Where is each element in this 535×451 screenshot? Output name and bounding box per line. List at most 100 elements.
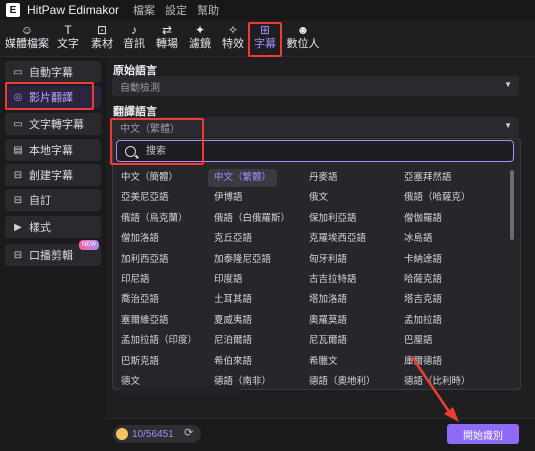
media-icon: ☺	[20, 23, 34, 37]
language-option[interactable]: 僧伽羅語	[404, 210, 442, 228]
language-option[interactable]: 保加利亞語	[309, 210, 357, 228]
language-option[interactable]: 亞塞拜然語	[404, 169, 452, 187]
highlight-subtitle-tool	[248, 22, 282, 57]
language-option[interactable]: 奧羅莫語	[309, 312, 347, 330]
app-name: HitPaw Edimakor	[27, 3, 120, 17]
language-option[interactable]: 加泰隆尼亞語	[214, 251, 271, 269]
tool-label: 媒體檔案	[5, 38, 49, 50]
tool-material[interactable]: ⊡ 素材	[89, 23, 115, 53]
tool-label: 數位人	[286, 38, 320, 50]
tool-label: 素材	[91, 38, 113, 50]
language-option[interactable]: 俄語（哈薩克）	[404, 189, 471, 207]
language-option[interactable]: 夏威夷語	[214, 312, 252, 330]
tool-transition[interactable]: ⇄ 轉場	[154, 23, 180, 53]
tool-media[interactable]: ☺ 媒體檔案	[5, 23, 49, 53]
language-option[interactable]: 土耳其語	[214, 291, 252, 309]
chevron-down-icon: ▼	[504, 121, 512, 130]
language-option[interactable]: 巴厘語	[404, 332, 433, 350]
panel-item-background	[120, 386, 240, 394]
coin-icon	[116, 428, 128, 440]
sidebar-item-style[interactable]: ▶ 樣式	[5, 216, 101, 238]
auto-subtitle-icon: ▭	[13, 66, 23, 78]
language-option[interactable]: 印尼語	[121, 271, 150, 289]
tool-filter[interactable]: ✦ 濾鏡	[187, 23, 213, 53]
language-option[interactable]: 俄語（白俄羅斯）	[214, 210, 290, 228]
language-option[interactable]: 塞爾維亞語	[121, 312, 169, 330]
material-icon: ⊡	[96, 23, 108, 37]
custom-icon: ⊟	[13, 194, 23, 206]
sidebar-item-local-subtitle[interactable]: ▤ 本地字幕	[5, 139, 101, 161]
menu-file[interactable]: 檔案	[133, 2, 155, 18]
language-option[interactable]: 塔吉克語	[404, 291, 442, 309]
transition-icon: ⇄	[161, 23, 173, 37]
sidebar-item-label: 自訂	[29, 195, 51, 207]
language-option[interactable]: 克羅埃西亞語	[309, 230, 366, 248]
language-option[interactable]: 冰島語	[404, 230, 433, 248]
audio-icon: ♪	[131, 23, 137, 37]
tool-label: 濾鏡	[189, 38, 211, 50]
language-option[interactable]: 希臘文	[309, 353, 338, 371]
speech-edit-icon: ⊟	[13, 249, 23, 261]
app-logo-icon: E	[6, 3, 20, 17]
language-option[interactable]: 伊博語	[214, 189, 243, 207]
tool-text[interactable]: T 文字	[56, 23, 80, 53]
language-option[interactable]: 孟加拉語（印度）	[121, 332, 197, 350]
title-bar: E HitPaw Edimakor 檔案 設定 幫助	[0, 0, 535, 20]
language-option[interactable]: 克丘亞語	[214, 230, 252, 248]
chevron-down-icon: ▼	[504, 80, 512, 89]
effects-icon: ✧	[227, 23, 239, 37]
language-option[interactable]: 丹麥語	[309, 169, 338, 187]
language-option[interactable]: 俄語（烏克蘭）	[121, 210, 188, 228]
language-option[interactable]: 哈薩克語	[404, 271, 442, 289]
language-option[interactable]: 庫爾德語	[404, 353, 442, 371]
text-icon: T	[64, 23, 72, 37]
credits-value: 10/56451	[132, 428, 174, 440]
source-language-select[interactable]: 自動檢測 ▼	[112, 76, 519, 96]
language-option[interactable]: 亞美尼亞語	[121, 189, 169, 207]
text-to-subtitle-icon: ▭	[13, 118, 23, 130]
sidebar-item-label: 自動字幕	[29, 67, 73, 79]
language-option[interactable]: 尼瓦爾語	[309, 332, 347, 350]
language-option[interactable]: 巴斯克語	[121, 353, 159, 371]
language-option[interactable]: 印度語	[214, 271, 243, 289]
source-language-value: 自動檢測	[120, 82, 160, 94]
sidebar-item-custom[interactable]: ⊟ 自訂	[5, 189, 101, 211]
sidebar-item-label: 創建字幕	[29, 170, 73, 182]
language-option[interactable]: 中文（繁體）	[208, 169, 278, 187]
tool-effects[interactable]: ✧ 特效	[220, 23, 246, 53]
tool-label: 轉場	[156, 38, 178, 50]
tool-digital-human[interactable]: ☻ 數位人	[285, 23, 321, 53]
language-option[interactable]: 孟加拉語	[404, 312, 442, 330]
language-option[interactable]: 古吉拉特語	[309, 271, 357, 289]
tool-label: 特效	[222, 38, 244, 50]
language-option[interactable]: 加利西亞語	[121, 251, 169, 269]
language-option[interactable]: 尼泊爾語	[214, 332, 252, 350]
sidebar-item-create-subtitle[interactable]: ⊟ 創建字幕	[5, 164, 101, 186]
filter-icon: ✦	[194, 23, 206, 37]
start-recognition-button[interactable]: 開始識別	[447, 424, 519, 444]
language-option[interactable]: 塔加洛語	[309, 291, 347, 309]
sidebar-item-auto-subtitle[interactable]: ▭ 自動字幕	[5, 61, 101, 83]
tool-label: 文字	[57, 38, 79, 50]
refresh-icon[interactable]: ⟳	[184, 426, 193, 439]
menu-help[interactable]: 幫助	[197, 2, 219, 18]
language-option[interactable]: 德語（比利時）	[404, 373, 471, 391]
language-option[interactable]: 喬治亞語	[121, 291, 159, 309]
language-option[interactable]: 卡納達語	[404, 251, 442, 269]
menu-settings[interactable]: 設定	[165, 2, 187, 18]
dropdown-scrollbar[interactable]	[510, 170, 514, 240]
sidebar-item-speech-edit[interactable]: ⊟ 口播剪輯 NEW	[5, 240, 101, 266]
sidebar-item-text-to-subtitle[interactable]: ▭ 文字轉字幕	[5, 113, 101, 135]
highlight-video-translate	[5, 82, 94, 110]
tool-audio[interactable]: ♪ 音訊	[121, 23, 147, 53]
sidebar-item-label: 樣式	[29, 222, 51, 234]
language-option[interactable]: 希伯來語	[214, 353, 252, 371]
language-option[interactable]: 中文（簡體）	[121, 169, 178, 187]
language-option[interactable]: 俄文	[309, 189, 328, 207]
sidebar-item-label: 文字轉字幕	[29, 119, 84, 131]
create-subtitle-icon: ⊟	[13, 169, 23, 181]
language-option[interactable]: 德語（奧地利）	[309, 373, 376, 391]
sidebar-item-label: 本地字幕	[29, 145, 73, 157]
language-option[interactable]: 匈牙利語	[309, 251, 347, 269]
language-option[interactable]: 僧加洛語	[121, 230, 159, 248]
